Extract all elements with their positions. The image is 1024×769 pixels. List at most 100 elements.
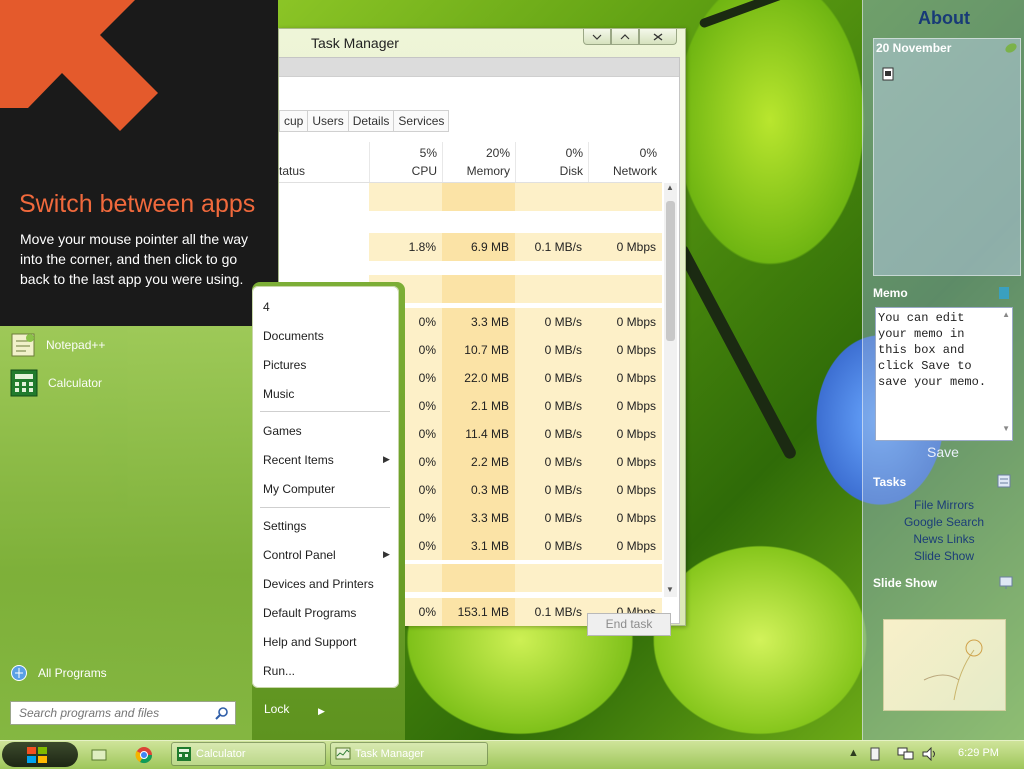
start-place-label: Recent Items <box>263 453 334 467</box>
tasks-icon[interactable] <box>997 474 1011 488</box>
task-link-file-mirrors[interactable]: File Mirrors <box>863 497 1024 514</box>
network-cell: 0 Mbps <box>588 476 662 504</box>
start-place-label: Control Panel <box>263 548 336 562</box>
slideshow-icon[interactable] <box>999 575 1013 589</box>
memo-box[interactable]: You can edit your memo in this box and c… <box>875 307 1013 441</box>
start-place-item[interactable]: My Computer <box>263 482 335 496</box>
task-link-slide-show[interactable]: Slide Show <box>863 548 1024 565</box>
flower-sketch-icon <box>923 639 983 701</box>
memory-cell: 0.3 MB <box>442 476 515 504</box>
tab-users[interactable]: Users <box>307 110 349 132</box>
process-row[interactable] <box>279 183 662 211</box>
maximize-button[interactable] <box>611 29 639 45</box>
memory-cell <box>442 564 515 592</box>
start-place-item[interactable]: Default Programs <box>263 606 356 620</box>
lock-button[interactable]: Lock <box>264 702 289 716</box>
tip-title: Switch between apps <box>19 190 256 218</box>
start-place-item[interactable]: Control Panel ▶ <box>263 548 390 562</box>
pinned-item-calculator[interactable]: Calculator <box>10 369 102 397</box>
tip-overlay: Switch between apps Move your mouse poin… <box>0 0 278 326</box>
search-input[interactable] <box>17 702 211 724</box>
column-header-network[interactable]: 0% Network <box>588 142 663 182</box>
network-cell: 0 Mbps <box>588 364 662 392</box>
start-place-item[interactable]: Games <box>263 424 302 438</box>
scroll-up-icon[interactable]: ▲ <box>1002 310 1010 319</box>
start-place-item[interactable]: Documents <box>263 329 324 343</box>
branch-decoration <box>698 0 852 29</box>
start-place-item[interactable]: Help and Support <box>263 635 356 649</box>
slideshow-image[interactable] <box>883 619 1006 711</box>
menu-separator <box>260 507 390 508</box>
network-cell: 0 Mbps <box>588 392 662 420</box>
column-header-memory[interactable]: 20% Memory <box>442 142 516 182</box>
memo-icon[interactable] <box>997 286 1011 300</box>
tray-expand-icon[interactable]: ▲ <box>848 747 859 759</box>
memo-textarea[interactable]: You can edit your memo in this box and c… <box>876 308 996 438</box>
tray-device-icon[interactable] <box>870 747 880 761</box>
memory-cell <box>442 183 515 211</box>
network-icon[interactable] <box>897 747 915 761</box>
scroll-down-icon[interactable]: ▼ <box>1002 424 1010 433</box>
start-place-item[interactable]: Pictures <box>263 358 306 372</box>
tab-details[interactable]: Details <box>347 110 395 132</box>
menu-separator <box>260 411 390 412</box>
disk-cell: 0 MB/s <box>515 364 588 392</box>
memory-label: Memory <box>466 164 510 178</box>
sidebar: About 20 November Memo You can edit your… <box>862 0 1024 740</box>
network-cell <box>588 564 662 592</box>
scroll-down-icon[interactable]: ▼ <box>666 585 674 594</box>
column-header-disk[interactable]: 0% Disk <box>515 142 589 182</box>
start-place-item[interactable]: Recent Items ▶ <box>263 453 390 467</box>
vertical-scrollbar[interactable]: ▲ ▼ <box>664 183 677 597</box>
volume-icon[interactable] <box>922 747 938 761</box>
scrollbar-thumb[interactable] <box>666 201 675 341</box>
network-cell: 0 Mbps <box>588 504 662 532</box>
tab-startup[interactable]: cup <box>279 110 309 132</box>
taskbar-button-task-manager[interactable]: Task Manager <box>330 742 488 766</box>
show-desktop-icon[interactable] <box>91 749 107 761</box>
disk-percent: 0% <box>565 146 583 160</box>
clock[interactable]: 6:29 PM <box>958 747 999 759</box>
sidebar-about-title[interactable]: About <box>918 8 970 29</box>
start-place-item[interactable]: Music <box>263 387 294 401</box>
memo-title: Memo <box>873 286 908 300</box>
search-box[interactable] <box>10 701 236 725</box>
scroll-up-icon[interactable]: ▲ <box>666 183 674 192</box>
column-header-status[interactable]: tatus <box>279 164 305 178</box>
lock-options-arrow-icon[interactable]: ▶ <box>318 706 325 717</box>
memory-cell: 3.1 MB <box>442 532 515 560</box>
window-title: Task Manager <box>311 35 399 51</box>
taskbar-button-calculator[interactable]: Calculator <box>171 742 326 766</box>
task-link-google-search[interactable]: Google Search <box>863 514 1024 531</box>
memory-cell: 153.1 MB <box>442 598 515 626</box>
start-place-item[interactable]: Run... <box>263 664 295 678</box>
start-place-label: Games <box>263 424 302 438</box>
places-list: 4 Documents Pictures Music Games Recent Items… <box>252 286 399 688</box>
start-place-item[interactable]: Settings <box>263 519 306 533</box>
pinned-item-notepad[interactable]: Notepad++ <box>10 332 105 358</box>
search-icon[interactable] <box>215 706 229 720</box>
start-button[interactable] <box>2 742 78 767</box>
submenu-arrow-icon: ▶ <box>383 549 390 559</box>
memo-save-button[interactable]: Save <box>927 444 959 460</box>
close-button[interactable] <box>639 29 677 45</box>
disk-cell: 0 MB/s <box>515 420 588 448</box>
end-task-button[interactable]: End task <box>587 613 671 636</box>
column-header-cpu[interactable]: 5% CPU <box>369 142 443 182</box>
branch-decoration <box>674 243 798 461</box>
start-place-item[interactable]: 4 <box>263 300 270 314</box>
chrome-icon[interactable] <box>135 746 153 764</box>
globe-icon <box>11 665 27 681</box>
cpu-label: CPU <box>411 164 437 178</box>
network-cell: 0 Mbps <box>588 420 662 448</box>
pinned-item-label: Calculator <box>48 376 103 390</box>
all-programs-button[interactable]: All Programs <box>10 664 107 682</box>
start-place-item[interactable]: Devices and Printers <box>263 577 374 591</box>
task-manager-icon <box>335 747 351 760</box>
minimize-button[interactable] <box>583 29 611 45</box>
task-link-news-links[interactable]: News Links <box>863 531 1024 548</box>
start-place-label: 4 <box>263 300 270 314</box>
gadget-leaf-icon[interactable] <box>1004 41 1018 55</box>
tab-services[interactable]: Services <box>393 110 450 132</box>
process-row[interactable]: 1.8% 6.9 MB 0.1 MB/s 0 Mbps <box>279 233 662 261</box>
